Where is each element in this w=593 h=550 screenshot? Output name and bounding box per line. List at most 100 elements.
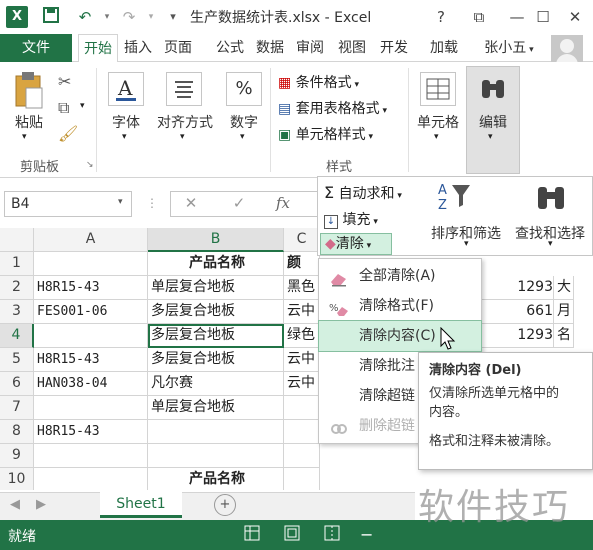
cell-b7[interactable]: 单层复合地板 xyxy=(148,396,284,420)
cells-dropdown-icon[interactable]: ▾ xyxy=(434,132,439,142)
tab-view[interactable]: 视图 xyxy=(334,34,370,62)
cell-a9[interactable] xyxy=(34,444,148,468)
undo-icon[interactable]: ↶ xyxy=(74,6,96,28)
sort-filter-icon[interactable]: AZ xyxy=(436,181,476,217)
tab-addins[interactable]: 加载 xyxy=(424,34,464,62)
cell-c3[interactable]: 云中 xyxy=(284,300,320,324)
cell-b5[interactable]: 多层复合地板 xyxy=(148,348,284,372)
undo-dropdown-icon[interactable]: ▾ xyxy=(96,6,118,28)
cancel-icon[interactable]: ✕ xyxy=(180,194,202,214)
tab-data[interactable]: 数据 xyxy=(252,34,288,62)
cell-c9[interactable] xyxy=(284,444,320,468)
number-button[interactable]: 数字 xyxy=(224,112,264,132)
sheet-tab-sheet1[interactable]: Sheet1 xyxy=(100,492,182,518)
cell-c6[interactable]: 云中 xyxy=(284,372,320,396)
table-format-button[interactable]: ▤ 套用表格格式 ▾ xyxy=(278,98,387,118)
row-header[interactable]: 6 xyxy=(0,372,34,396)
cell-value[interactable]: 1293 xyxy=(482,276,554,300)
tab-insert[interactable]: 插入 xyxy=(120,34,156,62)
tab-formulas[interactable]: 公式 xyxy=(212,34,248,62)
paste-dropdown-icon[interactable]: ▾ xyxy=(22,132,27,142)
cell-c5[interactable]: 云中 xyxy=(284,348,320,372)
page-layout-view-icon[interactable] xyxy=(284,525,300,545)
alignment-icon[interactable] xyxy=(166,72,202,106)
sheet-scroll-right-icon[interactable]: ▶ xyxy=(36,497,46,512)
conditional-format-button[interactable]: ▦ 条件格式 ▾ xyxy=(278,72,359,92)
cell-b6[interactable]: 凡尔赛 xyxy=(148,372,284,396)
user-name[interactable]: 张小五 ▾ xyxy=(481,34,537,62)
tab-page-layout[interactable]: 页面 xyxy=(160,34,196,62)
cell-a5[interactable]: H8R15-43 xyxy=(34,348,148,372)
formula-bar-handle-icon[interactable]: ⋮ xyxy=(146,196,158,210)
cell-c1[interactable]: 颜 xyxy=(284,252,320,276)
cell-a3[interactable]: FES001-06 xyxy=(34,300,148,324)
cell-value[interactable]: 月 xyxy=(554,300,574,324)
normal-view-icon[interactable] xyxy=(244,525,260,545)
cell-a6[interactable]: HAN038-04 xyxy=(34,372,148,396)
alignment-button[interactable]: 对齐方式 xyxy=(152,112,218,132)
copy-dropdown-icon[interactable]: ▾ xyxy=(80,101,85,111)
select-all-corner[interactable] xyxy=(0,228,34,252)
row-header[interactable]: 10 xyxy=(0,468,34,490)
copy-icon[interactable]: ⧉ xyxy=(58,98,69,118)
add-sheet-button[interactable]: + xyxy=(214,494,236,516)
cell-c7[interactable] xyxy=(284,396,320,420)
cell-b9[interactable] xyxy=(148,444,284,468)
cell-value[interactable]: 名 xyxy=(554,324,574,348)
row-header[interactable]: 3 xyxy=(0,300,34,324)
save-icon[interactable] xyxy=(40,6,62,28)
sort-filter-dropdown-icon[interactable]: ▾ xyxy=(464,239,469,249)
cells-icon[interactable] xyxy=(420,72,456,106)
cell-a4[interactable] xyxy=(34,324,148,348)
find-select-dropdown-icon[interactable]: ▾ xyxy=(548,239,553,249)
autosum-button[interactable]: Σ 自动求和 ▾ xyxy=(324,183,402,203)
percent-icon[interactable]: % xyxy=(226,72,262,106)
clear-button[interactable]: ◆清除 ▾ xyxy=(320,233,392,255)
number-dropdown-icon[interactable]: ▾ xyxy=(240,132,245,142)
column-header-a[interactable]: A xyxy=(34,228,148,252)
font-button[interactable]: 字体 xyxy=(104,112,148,132)
cell-b10[interactable]: 产品名称 xyxy=(148,468,284,490)
redo-icon[interactable]: ↷ xyxy=(118,6,140,28)
ribbon-display-options-button[interactable]: ⧉ xyxy=(466,5,492,29)
menu-item-clear-all[interactable]: 全部清除(A) xyxy=(319,261,481,291)
row-header[interactable]: 9 xyxy=(0,444,34,468)
alignment-dropdown-icon[interactable]: ▾ xyxy=(180,132,185,142)
name-box[interactable]: B4 xyxy=(4,191,132,217)
tab-developer[interactable]: 开发 xyxy=(376,34,412,62)
sheet-scroll-left-icon[interactable]: ◀ xyxy=(10,497,20,512)
paste-button[interactable]: 粘贴 xyxy=(12,112,46,132)
font-dropdown-icon[interactable]: ▾ xyxy=(122,132,127,142)
cut-icon[interactable]: ✂ xyxy=(58,72,71,91)
paste-icon[interactable] xyxy=(12,70,46,110)
tab-file[interactable]: 文件 xyxy=(0,34,72,62)
cell-a2[interactable]: H8R15-43 xyxy=(34,276,148,300)
cell-a8[interactable]: H8R15-43 xyxy=(34,420,148,444)
cell-b2[interactable]: 单层复合地板 xyxy=(148,276,284,300)
format-painter-icon[interactable]: 🖌 xyxy=(58,124,78,143)
fill-button[interactable]: ↓ 填充 ▾ xyxy=(324,209,378,229)
cell-a1[interactable] xyxy=(34,252,148,276)
row-header[interactable]: 5 xyxy=(0,348,34,372)
cells-button[interactable]: 单元格 xyxy=(414,112,462,132)
cell-c4[interactable]: 绿色 xyxy=(284,324,320,348)
clipboard-launcher-icon[interactable]: ↘ xyxy=(86,160,94,170)
column-header-b[interactable]: B xyxy=(148,228,284,252)
help-button[interactable]: ? xyxy=(428,5,454,29)
column-header-c[interactable]: C xyxy=(284,228,320,252)
maximize-button[interactable]: ☐ xyxy=(530,5,556,29)
page-break-view-icon[interactable] xyxy=(324,525,340,545)
cell-a10[interactable] xyxy=(34,468,148,490)
row-header[interactable]: 1 xyxy=(0,252,34,276)
cell-b4[interactable]: 多层复合地板 xyxy=(148,324,284,348)
row-header[interactable]: 7 xyxy=(0,396,34,420)
cell-c8[interactable] xyxy=(284,420,320,444)
menu-item-clear-formats[interactable]: % 清除格式(F) xyxy=(319,291,481,321)
cell-c10[interactable] xyxy=(284,468,320,490)
redo-dropdown-icon[interactable]: ▾ xyxy=(140,6,162,28)
row-header[interactable]: 8 xyxy=(0,420,34,444)
cell-styles-button[interactable]: ▣ 单元格样式 ▾ xyxy=(278,124,373,144)
zoom-out-icon[interactable]: − xyxy=(360,525,373,544)
row-header[interactable]: 2 xyxy=(0,276,34,300)
font-icon[interactable]: A xyxy=(108,72,144,106)
